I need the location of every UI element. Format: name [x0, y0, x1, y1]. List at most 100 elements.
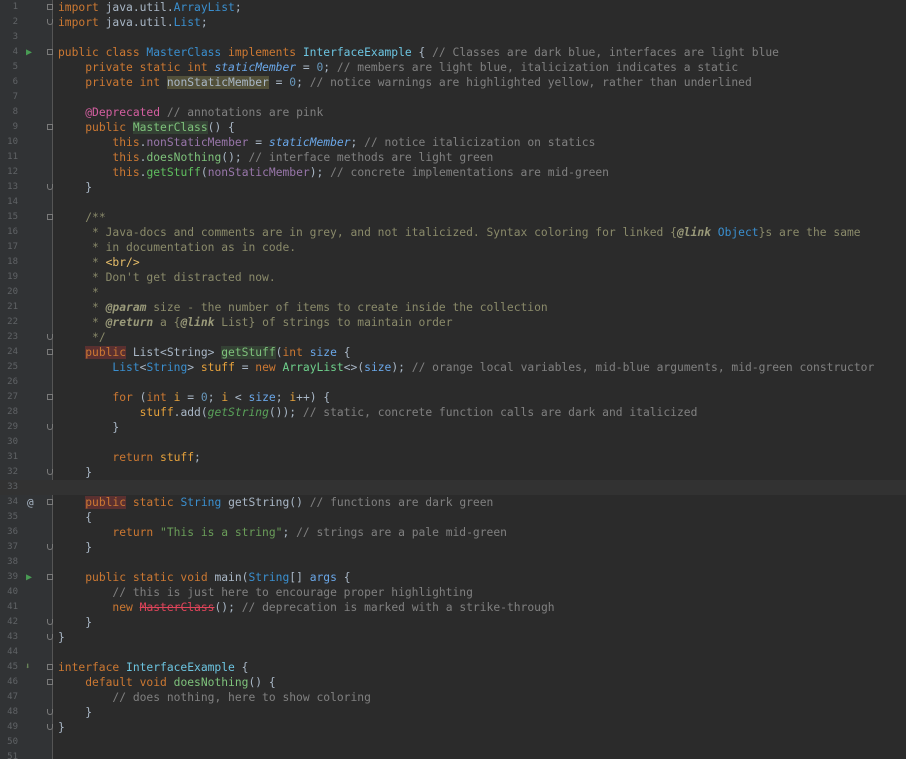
code-line[interactable]: 36 return "This is a string"; // strings…	[0, 525, 906, 540]
code-text[interactable]: @Deprecated // annotations are pink	[58, 105, 323, 120]
code-text[interactable]: /**	[58, 210, 105, 225]
code-line[interactable]: 37 }	[0, 540, 906, 555]
code-line[interactable]: 33	[0, 480, 906, 495]
code-text[interactable]: interface InterfaceExample {	[58, 660, 248, 675]
code-line[interactable]: 24 public List<String> getStuff(int size…	[0, 345, 906, 360]
code-line[interactable]: 14	[0, 195, 906, 210]
code-line[interactable]: 48 }	[0, 705, 906, 720]
code-text[interactable]: }	[58, 540, 92, 555]
code-line[interactable]: 21 * @param size - the number of items t…	[0, 300, 906, 315]
code-text[interactable]: public List<String> getStuff(int size {	[58, 345, 351, 360]
code-line[interactable]: 8 @Deprecated // annotations are pink	[0, 105, 906, 120]
fold-end-icon[interactable]	[47, 544, 53, 550]
code-line[interactable]: 50	[0, 735, 906, 750]
code-text[interactable]: }	[58, 630, 65, 645]
code-line[interactable]: 10 this.nonStaticMember = staticMember; …	[0, 135, 906, 150]
code-text[interactable]: import java.util.ArrayList;	[58, 0, 248, 15]
code-text[interactable]: * @return a {@link List} of strings to m…	[58, 315, 453, 330]
code-line[interactable]: 2 import java.util.List;	[0, 15, 906, 30]
fold-end-icon[interactable]	[47, 334, 53, 340]
fold-toggle-icon[interactable]	[47, 664, 53, 670]
code-text[interactable]: * in documentation as in code.	[58, 240, 296, 255]
code-line[interactable]: 23 */	[0, 330, 906, 345]
code-line[interactable]: 46 default void doesNothing() {	[0, 675, 906, 690]
code-text[interactable]: return "This is a string"; // strings ar…	[58, 525, 507, 540]
code-line[interactable]: 6 private int nonStaticMember = 0; // no…	[0, 75, 906, 90]
fold-end-icon[interactable]	[47, 424, 53, 430]
run-icon[interactable]: ▶	[26, 570, 32, 585]
code-line[interactable]: 39 ▶ public static void main(String[] arg…	[0, 570, 906, 585]
code-text[interactable]: * @param size - the number of items to c…	[58, 300, 548, 315]
code-line[interactable]: 34 @ public static String getString() // …	[0, 495, 906, 510]
code-text[interactable]: }	[58, 720, 65, 735]
code-text[interactable]: * <br/>	[58, 255, 140, 270]
code-text[interactable]: this.doesNothing(); // interface methods…	[58, 150, 493, 165]
code-line[interactable]: 18 * <br/>	[0, 255, 906, 270]
override-icon[interactable]: ⬇	[25, 660, 30, 675]
fold-end-icon[interactable]	[47, 724, 53, 730]
code-line[interactable]: 1 import java.util.ArrayList;	[0, 0, 906, 15]
code-line[interactable]: 26	[0, 375, 906, 390]
fold-toggle-icon[interactable]	[47, 124, 53, 130]
fold-end-icon[interactable]	[47, 619, 53, 625]
code-text[interactable]: *	[58, 285, 99, 300]
fold-toggle-icon[interactable]	[47, 4, 53, 10]
code-text[interactable]: stuff.add(getString()); // static, concr…	[58, 405, 698, 420]
code-line[interactable]: 3	[0, 30, 906, 45]
code-text[interactable]: for (int i = 0; i < size; i++) {	[58, 390, 330, 405]
code-text[interactable]: default void doesNothing() {	[58, 675, 275, 690]
code-line[interactable]: 5 private static int staticMember = 0; /…	[0, 60, 906, 75]
code-text[interactable]: this.getStuff(nonStaticMember); // concr…	[58, 165, 609, 180]
fold-toggle-icon[interactable]	[47, 214, 53, 220]
code-text[interactable]: {	[58, 510, 92, 525]
code-text[interactable]: }	[58, 180, 92, 195]
fold-end-icon[interactable]	[47, 709, 53, 715]
code-line[interactable]: 17 * in documentation as in code.	[0, 240, 906, 255]
code-line[interactable]: 11 this.doesNothing(); // interface meth…	[0, 150, 906, 165]
code-line[interactable]: 16 * Java-docs and comments are in grey,…	[0, 225, 906, 240]
code-text[interactable]: public static String getString() // func…	[58, 495, 493, 510]
code-line[interactable]: 9 public MasterClass() {	[0, 120, 906, 135]
fold-toggle-icon[interactable]	[47, 394, 53, 400]
code-line[interactable]: 45 ⬇ interface InterfaceExample {	[0, 660, 906, 675]
code-text[interactable]: List<String> stuff = new ArrayList<>(siz…	[58, 360, 874, 375]
code-text[interactable]: private static int staticMember = 0; // …	[58, 60, 738, 75]
code-line[interactable]: 28 stuff.add(getString()); // static, co…	[0, 405, 906, 420]
code-line[interactable]: 35 {	[0, 510, 906, 525]
code-line[interactable]: 51	[0, 750, 906, 759]
code-line[interactable]: 7	[0, 90, 906, 105]
code-line[interactable]: 20 *	[0, 285, 906, 300]
code-text[interactable]: }	[58, 615, 92, 630]
code-line[interactable]: 32 }	[0, 465, 906, 480]
code-text[interactable]: }	[58, 465, 92, 480]
fold-toggle-icon[interactable]	[47, 679, 53, 685]
fold-end-icon[interactable]	[47, 19, 53, 25]
code-text[interactable]: this.nonStaticMember = staticMember; // …	[58, 135, 595, 150]
code-text[interactable]: import java.util.List;	[58, 15, 208, 30]
code-text[interactable]: return stuff;	[58, 450, 200, 465]
fold-toggle-icon[interactable]	[47, 349, 53, 355]
code-line[interactable]: 29 }	[0, 420, 906, 435]
code-line[interactable]: 31 return stuff;	[0, 450, 906, 465]
code-line[interactable]: 4 ▶ public class MasterClass implements In…	[0, 45, 906, 60]
fold-toggle-icon[interactable]	[47, 499, 53, 505]
code-editor[interactable]: 1 import java.util.ArrayList; 2 import jav…	[0, 0, 906, 759]
code-text[interactable]: // does nothing, here to show coloring	[58, 690, 370, 705]
at-icon[interactable]: @	[27, 495, 34, 510]
fold-toggle-icon[interactable]	[47, 574, 53, 580]
code-line[interactable]: 42 }	[0, 615, 906, 630]
code-line[interactable]: 12 this.getStuff(nonStaticMember); // co…	[0, 165, 906, 180]
code-text[interactable]: // this is just here to encourage proper…	[58, 585, 472, 600]
code-line[interactable]: 44	[0, 645, 906, 660]
code-line[interactable]: 19 * Don't get distracted now.	[0, 270, 906, 285]
code-line[interactable]: 49}	[0, 720, 906, 735]
code-line[interactable]: 38	[0, 555, 906, 570]
code-line[interactable]: 41 new MasterClass(); // deprecation is …	[0, 600, 906, 615]
fold-end-icon[interactable]	[47, 184, 53, 190]
code-text[interactable]: private int nonStaticMember = 0; // noti…	[58, 75, 752, 90]
code-text[interactable]: }	[58, 420, 119, 435]
fold-end-icon[interactable]	[47, 469, 53, 475]
code-text[interactable]: public class MasterClass implements Inte…	[58, 45, 779, 60]
code-text[interactable]: }	[58, 705, 92, 720]
code-line[interactable]: 40 // this is just here to encourage pro…	[0, 585, 906, 600]
